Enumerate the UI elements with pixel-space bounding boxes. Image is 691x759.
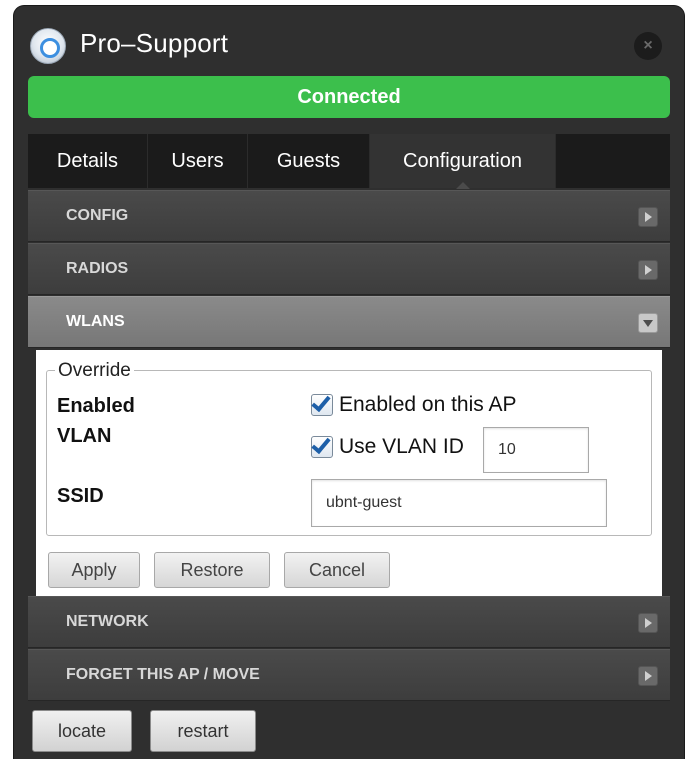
- tab-bar: Details Users Guests Configuration: [28, 134, 670, 189]
- connection-status-bar: Connected: [28, 76, 670, 118]
- collapse-arrow-icon: [638, 313, 658, 333]
- section-config-label: CONFIG: [66, 207, 129, 224]
- checkmark-icon: [311, 391, 331, 413]
- panel-title: Pro–Support: [80, 28, 229, 58]
- expand-arrow-icon: [638, 666, 658, 686]
- wlan-settings-body: Override Enabled Enabled on this AP VLAN…: [36, 350, 662, 596]
- tab-guests[interactable]: Guests: [248, 134, 370, 188]
- section-network[interactable]: NETWORK: [28, 596, 670, 648]
- ssid-label: SSID: [57, 485, 104, 507]
- apply-button[interactable]: Apply: [48, 552, 140, 588]
- vlan-label: VLAN: [57, 425, 112, 447]
- tab-users[interactable]: Users: [148, 134, 248, 188]
- locate-button[interactable]: locate: [32, 710, 132, 752]
- expand-arrow-icon: [638, 207, 658, 227]
- title-bar: Pro–Support ×: [14, 6, 684, 80]
- override-fieldset: Override Enabled Enabled on this AP VLAN…: [46, 360, 652, 536]
- enabled-on-ap-checkbox-row[interactable]: Enabled on this AP: [311, 391, 517, 417]
- section-wlans-label: WLANS: [66, 313, 125, 330]
- vlan-id-input[interactable]: 10: [483, 427, 589, 473]
- enabled-label: Enabled: [57, 395, 135, 417]
- ssid-input[interactable]: ubnt-guest: [311, 479, 607, 527]
- section-config[interactable]: CONFIG: [28, 190, 670, 242]
- tab-configuration[interactable]: Configuration: [370, 134, 556, 189]
- section-radios[interactable]: RADIOS: [28, 243, 670, 295]
- override-legend: Override: [55, 360, 134, 382]
- enabled-on-ap-label: Enabled on this AP: [339, 393, 517, 416]
- close-icon[interactable]: ×: [634, 32, 662, 60]
- section-forget-ap[interactable]: FORGET THIS AP / MOVE: [28, 649, 670, 701]
- use-vlan-id-checkbox-row[interactable]: Use VLAN ID: [311, 433, 464, 459]
- expand-arrow-icon: [638, 260, 658, 280]
- checkmark-icon: [311, 433, 331, 455]
- connection-status-text: Connected: [297, 85, 401, 108]
- expand-arrow-icon: [638, 613, 658, 633]
- restore-button[interactable]: Restore: [154, 552, 270, 588]
- restart-button[interactable]: restart: [150, 710, 256, 752]
- section-forget-ap-label: FORGET THIS AP / MOVE: [66, 666, 260, 683]
- section-wlans[interactable]: WLANS: [28, 296, 670, 348]
- use-vlan-id-label: Use VLAN ID: [339, 435, 464, 458]
- cancel-button[interactable]: Cancel: [284, 552, 390, 588]
- section-radios-label: RADIOS: [66, 260, 129, 277]
- ap-properties-panel: Pro–Support × Connected Details Users Gu…: [14, 6, 684, 759]
- use-vlan-id-checkbox[interactable]: [311, 433, 333, 458]
- enabled-on-ap-checkbox[interactable]: [311, 391, 333, 416]
- access-point-icon: [30, 28, 66, 64]
- tab-details[interactable]: Details: [28, 134, 148, 188]
- section-network-label: NETWORK: [66, 613, 149, 630]
